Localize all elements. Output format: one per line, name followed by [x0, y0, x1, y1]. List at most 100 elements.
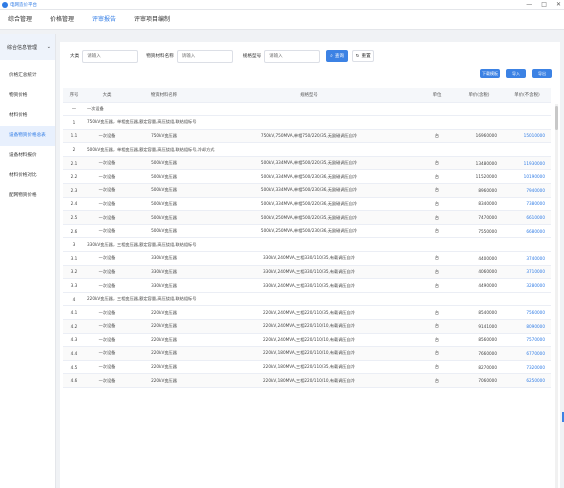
- price-notax-cell: 6770000: [503, 346, 551, 361]
- row-number: 4.4: [63, 346, 85, 361]
- category-cell: 一次设备: [85, 224, 129, 239]
- nav-item-price[interactable]: 价格管理: [48, 10, 76, 30]
- spec-cell: 750kV,750MVA,单相750/220/35,无励磁调压自冷: [199, 129, 419, 144]
- price-notax-cell: 7940000: [503, 183, 551, 198]
- table-row[interactable]: 3.1 一次设备 330kV变压器 330kV,240MVA,三相330/110/35…: [63, 251, 551, 266]
- price-tax-cell: 11520000: [455, 169, 503, 185]
- sidebar-item-0[interactable]: 价格汇总统计: [0, 66, 55, 86]
- row-number: 2: [63, 142, 85, 157]
- nav-item-overview[interactable]: 综合管理: [6, 10, 34, 30]
- reset-button-label: 重置: [361, 54, 371, 59]
- table-group-row[interactable]: 一一次设备: [63, 102, 551, 117]
- table-row[interactable]: 2.3 一次设备 500kV变压器 500kV,334MVA,单相500/230/36…: [63, 183, 551, 198]
- row-number: 1: [63, 115, 85, 130]
- unit-cell: 台: [419, 360, 455, 375]
- group-title: 220kV变压器，三相变压器,额定容量,高压绕组,联结组标号: [85, 292, 551, 307]
- spec-input[interactable]: [264, 49, 321, 63]
- close-icon[interactable]: ✕: [556, 1, 561, 8]
- scrollbar-thumb[interactable]: [555, 106, 558, 130]
- sidebar-item-2[interactable]: 材料价格: [0, 106, 55, 126]
- material-name-cell: 330kV变压器: [129, 251, 199, 266]
- table-group-row[interactable]: 1 750kV变压器，单相变压器,额定容量,高压绕组,联结组标号: [63, 115, 551, 130]
- sidebar-item-3[interactable]: 设备物资价格总表: [0, 126, 55, 146]
- maximize-icon[interactable]: □: [541, 1, 547, 8]
- table-group-row[interactable]: 2 500kV变压器，单相变压器,额定容量,高压绕组,联结组标号,冷却方式: [63, 142, 551, 157]
- column-header: 单价(含税): [455, 88, 503, 103]
- price-tax-cell: 4060000: [455, 265, 503, 280]
- material-name-cell: 330kV变压器: [129, 265, 199, 280]
- sidebar-item-4[interactable]: 设备材料报价: [0, 146, 55, 166]
- table-row[interactable]: 2.5 一次设备 500kV变压器 500kV,250MVA,单相500/220/35…: [63, 210, 551, 225]
- nav-item-review-project[interactable]: 评审项目编制: [132, 10, 172, 30]
- price-notax-cell: 6680000: [503, 224, 551, 239]
- price-notax-cell: 7570000: [503, 333, 551, 348]
- material-name-input[interactable]: [176, 49, 233, 63]
- table-row[interactable]: 2.4 一次设备 500kV变压器 500kV,334MVA,单相500/220/36…: [63, 197, 551, 212]
- filter-bar: 大类 物资材料名称 规格型号 ⌕查询 ↻重置: [70, 48, 375, 64]
- price-tax-cell: 8270000: [455, 360, 503, 375]
- sidebar-header[interactable]: 综合信息管理 ⌄: [0, 34, 55, 60]
- table-body: 一一次设备 1 750kV变压器，单相变压器,额定容量,高压绕组,联结组标号 1.1 一…: [63, 102, 551, 388]
- sidebar-item-6[interactable]: 配网物资价格: [0, 186, 55, 206]
- unit-cell: 台: [419, 333, 455, 348]
- row-number: 2.1: [63, 156, 85, 171]
- unit-cell: 台: [419, 319, 455, 334]
- unit-cell: 台: [419, 169, 455, 185]
- price-tax-cell: 4490000: [455, 278, 503, 293]
- vertical-scrollbar[interactable]: [555, 104, 558, 488]
- table-row[interactable]: 4.5 一次设备 220kV变压器 220kV,180MVA,三相220/110/35…: [63, 360, 551, 375]
- row-number: 3.3: [63, 278, 85, 293]
- row-number: 2.2: [63, 169, 85, 185]
- price-tax-cell: 7060000: [455, 373, 503, 388]
- sidebar-item-5[interactable]: 材料价格对比: [0, 166, 55, 186]
- spec-cell: 220kV,180MVA,三相220/110/35,有载调压自冷: [199, 360, 419, 375]
- material-name-cell: 220kV变压器: [129, 319, 199, 334]
- material-name-cell: 500kV变压器: [129, 197, 199, 212]
- category-cell: 一次设备: [85, 129, 129, 144]
- table-row[interactable]: 4.6 一次设备 220kV变压器 220kV,180MVA,三相220/110/10…: [63, 373, 551, 388]
- category-cell: 一次设备: [85, 169, 129, 185]
- row-number: 3: [63, 237, 85, 253]
- app-logo-icon: [2, 1, 8, 8]
- price-tax-cell: 13480000: [455, 156, 503, 171]
- category-cell: 一次设备: [85, 265, 129, 280]
- table-row[interactable]: 2.2 一次设备 500kV变压器 500kV,334MVA,单相500/230/36…: [63, 169, 551, 185]
- table-row[interactable]: 2.1 一次设备 500kV变压器 500kV,334MVA,单相500/220/35…: [63, 156, 551, 171]
- table-row[interactable]: 1.1 一次设备 750kV变压器 750kV,750MVA,单相750/220/35…: [63, 129, 551, 144]
- filter-label-name: 物资材料名称: [146, 54, 174, 59]
- download-template-button[interactable]: 下载模板: [480, 69, 500, 78]
- search-button[interactable]: ⌕ 查询: [326, 50, 349, 62]
- table-row[interactable]: 2.6 一次设备 500kV变压器 500kV,250MVA,单相500/230/36…: [63, 224, 551, 239]
- title-bar: 电网造价平台 — □ ✕: [0, 0, 564, 10]
- search-icon: ⌕: [330, 54, 333, 59]
- sidebar-item-1[interactable]: 物资价格: [0, 86, 55, 106]
- spec-cell: 330kV,240MVA,三相330/110/35,有载调压自冷: [199, 251, 419, 266]
- table-row[interactable]: 4.1 一次设备 220kV变压器 220kV,240MVA,三相220/110/35…: [63, 305, 551, 320]
- reset-button[interactable]: ↻ 重置: [352, 50, 375, 62]
- spec-cell: 330kV,240MVA,三相330/110/35,有载调压自冷: [199, 265, 419, 280]
- group-title: 330kV变压器，三相变压器,额定容量,高压绕组,联结组标号: [85, 237, 551, 253]
- unit-cell: 台: [419, 373, 455, 388]
- table-group-row[interactable]: 3 330kV变压器，三相变压器,额定容量,高压绕组,联结组标号: [63, 237, 551, 253]
- category-cell: 一次设备: [85, 251, 129, 266]
- table-row[interactable]: 3.3 一次设备 330kV变压器 330kV,240MVA,三相330/110/35…: [63, 278, 551, 293]
- table-row[interactable]: 4.3 一次设备 220kV变压器 220kV,240MVA,三相220/110/10…: [63, 333, 551, 348]
- import-button[interactable]: 导入: [506, 69, 526, 78]
- price-notax-cell: 15010000: [503, 129, 551, 144]
- category-cell: 一次设备: [85, 183, 129, 198]
- category-cell: 一次设备: [85, 346, 129, 361]
- table-row[interactable]: 4.4 一次设备 220kV变压器 220kV,180MVA,三相220/110/10…: [63, 346, 551, 361]
- table-row[interactable]: 4.2 一次设备 220kV变压器 220kV,240MVA,三相220/110/10…: [63, 319, 551, 334]
- table-row[interactable]: 3.2 一次设备 330kV变压器 330kV,240MVA,三相330/110/35…: [63, 265, 551, 280]
- export-button[interactable]: 导出: [532, 69, 552, 78]
- unit-cell: 台: [419, 346, 455, 361]
- minimize-icon[interactable]: —: [526, 1, 532, 8]
- price-notax-cell: 6610000: [503, 210, 551, 225]
- category-cell: 一次设备: [85, 156, 129, 171]
- sidebar: 综合信息管理 ⌄ 价格汇总统计 物资价格 材料价格 设备物资价格总表 设备材料报…: [0, 34, 56, 488]
- table-group-row[interactable]: 4 220kV变压器，三相变压器,额定容量,高压绕组,联结组标号: [63, 292, 551, 307]
- nav-item-review-report[interactable]: 评审报告: [90, 10, 118, 30]
- row-number: 2.4: [63, 197, 85, 212]
- category-input[interactable]: [82, 49, 139, 63]
- spec-cell: 500kV,250MVA,单相500/230/36,无励磁调压自冷: [199, 224, 419, 239]
